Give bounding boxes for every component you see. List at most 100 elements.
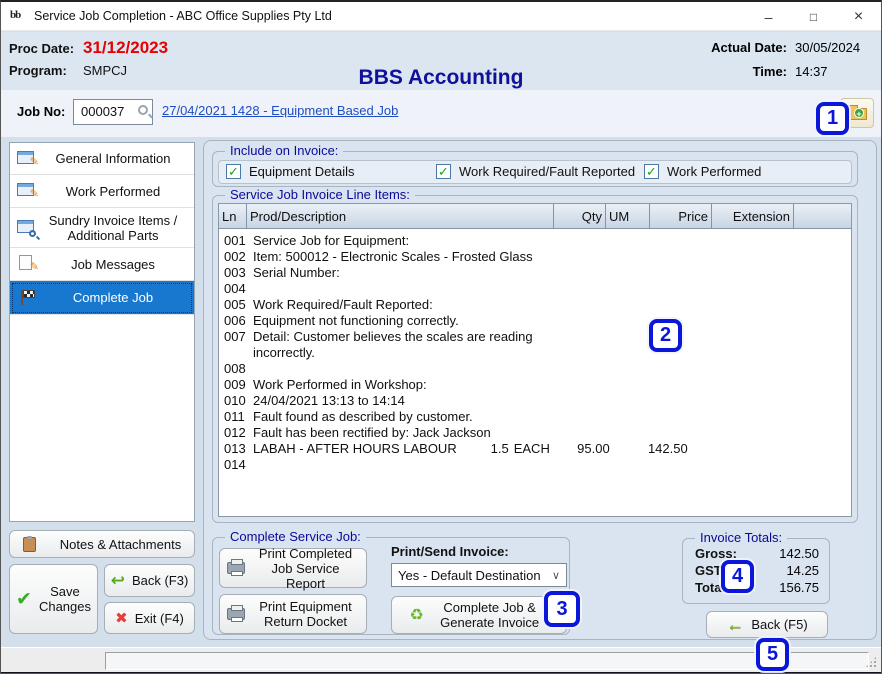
save-changes-button[interactable]: ✔ Save Changes (9, 564, 98, 634)
cell-qty (433, 297, 485, 313)
print-completed-job-report-button[interactable]: Print Completed Job Service Report (219, 548, 367, 588)
cell-end (649, 233, 706, 249)
sidebar-item-label: Sundry Invoice Items / Additional Parts (36, 213, 190, 243)
table-row[interactable]: 006Equipment not functioning correctly. (219, 313, 851, 329)
table-row[interactable]: 008 (219, 361, 851, 377)
table-row[interactable]: 001Service Job for Equipment: (219, 233, 851, 249)
checkbox-work-performed[interactable]: ✓ (644, 164, 659, 179)
cell-qty (533, 249, 585, 265)
status-message-panel (105, 652, 869, 670)
totals-row-gst: GST:14.25 (683, 562, 829, 579)
cell-qty (253, 361, 305, 377)
cell-price (505, 233, 567, 249)
cell-qty (459, 313, 511, 329)
form-search-icon (17, 219, 39, 237)
notes-attachments-button[interactable]: Notes & Attachments (9, 530, 195, 558)
cell-end (645, 393, 702, 409)
table-row[interactable]: 007Detail: Customer believes the scales … (219, 329, 851, 345)
close-button[interactable]: × (836, 2, 881, 31)
col-desc[interactable]: Prod/Description (247, 204, 554, 228)
cell-end (493, 361, 550, 377)
annotation-badge-5: 5 (756, 638, 789, 671)
cell-ln: 006 (219, 313, 247, 329)
cell-ext (567, 233, 649, 249)
cell-ln: 008 (219, 361, 247, 377)
cell-desc: Service Job for Equipment: (247, 233, 409, 249)
table-row[interactable]: incorrectly. (219, 345, 851, 361)
col-ext[interactable]: Extension (712, 204, 794, 228)
back-f3-button[interactable]: ↩ Back (F3) (104, 564, 195, 597)
sidebar-item-work-performed[interactable]: ✎Work Performed (10, 175, 194, 208)
table-row[interactable]: 003Serial Number: (219, 265, 851, 281)
cell-qty (409, 233, 461, 249)
sidebar-item-general-information[interactable]: ✎General Information (10, 143, 194, 175)
actual-date-label: Actual Date: (711, 40, 787, 55)
cell-ext (591, 297, 673, 313)
table-row[interactable]: 009Work Performed in Workshop: (219, 377, 851, 393)
cell-um (305, 361, 349, 377)
cell-ln: 003 (219, 265, 247, 281)
complete-job-generate-invoice-button[interactable]: ♻ Complete Job & Generate Invoice (391, 596, 567, 634)
cell-price (569, 409, 631, 425)
line-items-title: Service Job Invoice Line Items: (225, 187, 415, 202)
status-bar (1, 647, 881, 672)
back-f5-button[interactable]: ← Back (F5) (706, 611, 828, 638)
cell-um (585, 249, 629, 265)
sidebar-item-job-messages[interactable]: ✎Job Messages (10, 248, 194, 281)
cell-end (673, 297, 730, 313)
complete-service-job-title: Complete Service Job: (225, 529, 366, 544)
job-description-link[interactable]: 27/04/2021 1428 - Equipment Based Job (162, 103, 398, 118)
sidebar-item-sundry-invoice-items-additional-parts[interactable]: Sundry Invoice Items / Additional Parts (10, 208, 194, 248)
sidebar-nav: ✎General Information✎Work Performed Sundr… (9, 142, 195, 522)
job-no-label: Job No: (17, 104, 65, 119)
print-equipment-return-docket-button[interactable]: Print Equipment Return Docket (219, 594, 367, 634)
table-row[interactable]: 012Fault has been rectified by: Jack Jac… (219, 425, 851, 441)
print-send-invoice-select[interactable]: Yes - Default Destination ∨ (391, 563, 567, 587)
minimize-button[interactable]: – (746, 2, 791, 31)
exit-f4-button[interactable]: ✖ Exit (F4) (104, 602, 195, 634)
job-no-input[interactable]: 000037 (73, 99, 153, 125)
table-row[interactable]: 004 (219, 281, 851, 297)
checkbox-equipment-details[interactable]: ✓ (226, 164, 241, 179)
cell-desc: Equipment not functioning correctly. (247, 313, 459, 329)
table-row[interactable]: 005Work Required/Fault Reported: (219, 297, 851, 313)
process-gear-icon: ♻ (409, 608, 423, 623)
cell-qty (473, 409, 525, 425)
line-items-group: Service Job Invoice Line Items: Ln Prod/… (212, 195, 858, 523)
cell-qty: 1.5 (457, 441, 509, 457)
table-row[interactable]: 014 (219, 457, 851, 473)
cell-ln: 012 (219, 425, 247, 441)
cell-end (773, 249, 830, 265)
app-window: bb Service Job Completion - ABC Office S… (0, 0, 882, 674)
sidebar-item-complete-job[interactable]: Complete Job (10, 281, 194, 315)
cell-um (485, 297, 529, 313)
cell-price (349, 457, 411, 473)
col-um[interactable]: UM (606, 204, 650, 228)
checkbox-label: Work Performed (667, 164, 761, 179)
cell-ext (411, 281, 493, 297)
table-row[interactable]: 013LABAH - AFTER HOURS LABOUR1.5EACH95.0… (219, 441, 851, 457)
checkbox-label: Equipment Details (249, 164, 355, 179)
maximize-button[interactable]: □ (791, 2, 836, 31)
cell-end (493, 457, 550, 473)
checkbox-label: Work Required/Fault Reported (459, 164, 635, 179)
cell-ext (585, 377, 667, 393)
col-ln[interactable]: Ln (219, 204, 247, 228)
cell-ln: 010 (219, 393, 247, 409)
table-row[interactable]: 002Item: 500012 - Electronic Scales - Fr… (219, 249, 851, 265)
table-row[interactable]: 011Fault found as described by customer. (219, 409, 851, 425)
cell-price (629, 249, 691, 265)
checkbox-work-required-fault-reported[interactable]: ✓ (436, 164, 451, 179)
search-icon[interactable] (138, 105, 148, 115)
totals-value: 156.75 (779, 579, 819, 596)
form-edit-icon: ✎ (17, 150, 39, 168)
col-qty[interactable]: Qty (554, 204, 606, 228)
col-price[interactable]: Price (650, 204, 712, 228)
cell-end (697, 441, 754, 457)
invoice-totals-group: Invoice Totals: Gross:142.50GST:14.25Tot… (682, 538, 830, 604)
cell-um (305, 281, 349, 297)
line-items-table: Ln Prod/Description Qty UM Price Extensi… (218, 203, 852, 517)
chevron-down-icon: ∨ (552, 569, 560, 582)
cell-ln: 014 (219, 457, 247, 473)
table-row[interactable]: 01024/04/2021 13:13 to 14:14 (219, 393, 851, 409)
